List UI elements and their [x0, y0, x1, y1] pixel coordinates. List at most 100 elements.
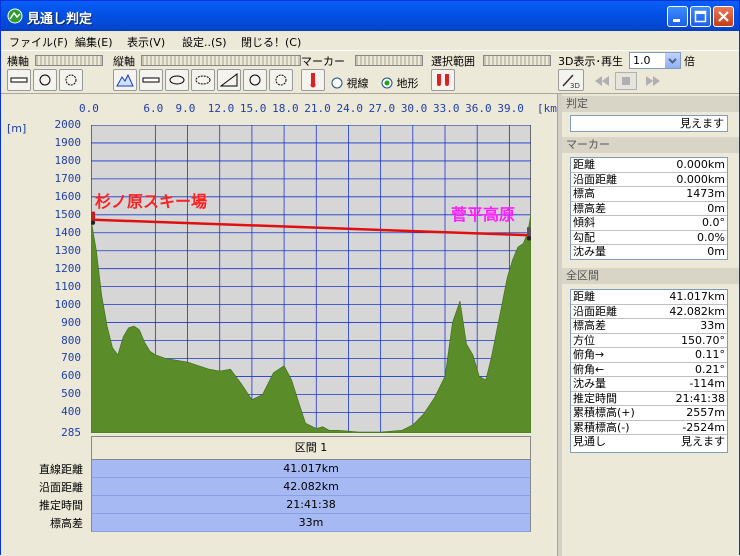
all-key: 推定時間 — [573, 391, 617, 405]
radio-sight[interactable]: 視線 — [331, 75, 369, 91]
marker-key: 勾配 — [573, 230, 595, 244]
section-header[interactable]: 区間 1 — [91, 436, 531, 460]
speed-dropdown-button[interactable] — [665, 53, 680, 68]
horizontal-fit-button[interactable] — [7, 69, 31, 91]
marker-button[interactable] — [301, 69, 325, 91]
stop-button[interactable] — [615, 72, 637, 90]
minimize-icon — [673, 19, 680, 22]
horizontal-zoom-in-button[interactable] — [33, 69, 57, 91]
y-tick-label: 1100 — [54, 279, 82, 293]
rewind-icon[interactable] — [595, 76, 609, 86]
radio-terrain[interactable]: 地形 — [381, 75, 419, 91]
label-elevation-diff: 標高差 — [50, 517, 83, 530]
mountain-view-button[interactable] — [113, 69, 137, 91]
all-value: 0.21° — [695, 362, 725, 376]
cloud-icon — [195, 75, 211, 85]
y-tick-label: 1700 — [54, 171, 82, 185]
marker-row: 標高差 0m — [571, 202, 727, 216]
slope-view-button[interactable] — [217, 69, 241, 91]
radio-sight-label: 視線 — [346, 77, 369, 90]
x-tick-label: 6.0 — [143, 102, 164, 115]
flat-icon — [142, 77, 160, 83]
vertical-axis-slider[interactable] — [141, 55, 301, 66]
vertical-zoom-out-button[interactable] — [269, 69, 293, 91]
all-section-title: 全区間 — [562, 268, 739, 284]
section-table: 区間 1 41.017km 42.082km 21:41:38 33m — [91, 436, 531, 532]
title-bar[interactable]: 見通し判定 — [1, 1, 739, 31]
marker-pin — [91, 211, 95, 221]
all-value: 2557m — [686, 406, 725, 419]
judgement-value: 見えます — [570, 115, 728, 132]
mountain-icon — [116, 73, 134, 87]
y-tick-label: 600 — [61, 369, 81, 383]
all-value: -114m — [689, 377, 725, 390]
menu-view[interactable]: 表示(V) — [127, 34, 165, 50]
view-3d-icon: 3D — [562, 74, 580, 90]
all-row: 俯角← 0.21° — [571, 362, 727, 377]
radio-checked-icon — [381, 77, 393, 89]
section-surface-distance: 42.082km — [91, 478, 531, 496]
radio-unchecked-icon — [331, 77, 343, 89]
start-point-label: 杉ノ原スキー場 — [95, 192, 208, 211]
speed-select[interactable]: 1.0 — [629, 52, 681, 69]
radio-terrain-label: 地形 — [396, 77, 419, 90]
play-3d-button[interactable]: 3D — [558, 69, 584, 91]
horizontal-axis-slider[interactable] — [35, 55, 103, 66]
y-tick-label: 1900 — [54, 135, 82, 149]
sidebar: 判定 見えます マーカー 距離 0.000km 沿面距離 0.000km 標高 1473m… — [562, 94, 739, 556]
label-estimated-time: 推定時間 — [39, 499, 83, 512]
app-window: 見通し判定 ファイル(F) 編集(E) 表示(V) 設定..(S) 閉じる！(C… — [0, 0, 740, 556]
all-key: 俯角→ — [573, 348, 605, 361]
ellipse-icon — [169, 75, 185, 85]
label-straight-distance: 直線距離 — [39, 463, 83, 476]
cloud-view-button[interactable] — [191, 69, 215, 91]
menu-settings[interactable]: 設定..(S) — [182, 34, 227, 50]
y-tick-label: 285 — [61, 426, 81, 439]
y-tick-label: 500 — [61, 387, 81, 401]
y-tick-label: 700 — [61, 351, 81, 365]
horizontal-zoom-out-button[interactable] — [59, 69, 83, 91]
range-slider[interactable] — [483, 55, 551, 66]
speed-unit: 倍 — [684, 55, 695, 68]
profile-plot[interactable] — [91, 125, 531, 433]
menu-close[interactable]: 閉じる！(C) — [241, 34, 301, 50]
marker-key: 標高 — [573, 187, 595, 200]
x-tick-label: 39.0 — [497, 102, 524, 115]
x-tick-label: 9.0 — [175, 102, 196, 115]
x-tick-label: 27.0 — [368, 102, 396, 115]
marker-value: 0.000km — [676, 172, 725, 186]
zoom-out-icon — [65, 74, 77, 86]
all-row: 推定時間 21:41:38 — [571, 391, 727, 406]
y-tick-label: 1000 — [54, 297, 82, 311]
marker-value: 0.000km — [676, 158, 725, 171]
section-estimated-time: 21:41:38 — [91, 496, 531, 514]
marker-row: 沿面距離 0.000km — [571, 172, 727, 187]
judgement-title: 判定 — [562, 96, 739, 112]
close-button[interactable] — [713, 6, 734, 27]
label-surface-distance: 沿面距離 — [39, 481, 83, 494]
y-tick-label: 2000 — [54, 118, 82, 131]
all-value: 0.11° — [695, 348, 725, 361]
chevron-down-icon — [668, 58, 677, 64]
range-select-button[interactable] — [431, 69, 455, 91]
all-value: 42.082km — [669, 304, 725, 318]
section-elevation-diff: 33m — [91, 514, 531, 532]
zoom-out-icon — [275, 74, 287, 86]
marker-key: 沈み量 — [573, 245, 606, 258]
all-value: 150.70° — [681, 333, 725, 347]
flat-view-button[interactable] — [139, 69, 163, 91]
all-row: 標高差 33m — [571, 319, 727, 334]
x-tick-label: 30.0 — [400, 102, 428, 115]
all-key: 方位 — [573, 333, 595, 347]
all-value: -2524m — [682, 420, 725, 434]
vertical-zoom-in-button[interactable] — [243, 69, 267, 91]
menu-edit[interactable]: 編集(E) — [75, 34, 113, 50]
x-tick-label: 24.0 — [336, 102, 363, 115]
ellipse-view-button[interactable] — [165, 69, 189, 91]
fast-forward-icon[interactable] — [646, 76, 660, 86]
menu-file[interactable]: ファイル(F) — [9, 34, 68, 50]
maximize-button[interactable] — [690, 6, 711, 27]
minimize-button[interactable] — [667, 6, 688, 27]
marker-slider[interactable] — [355, 55, 423, 66]
marker-pin — [527, 227, 531, 237]
